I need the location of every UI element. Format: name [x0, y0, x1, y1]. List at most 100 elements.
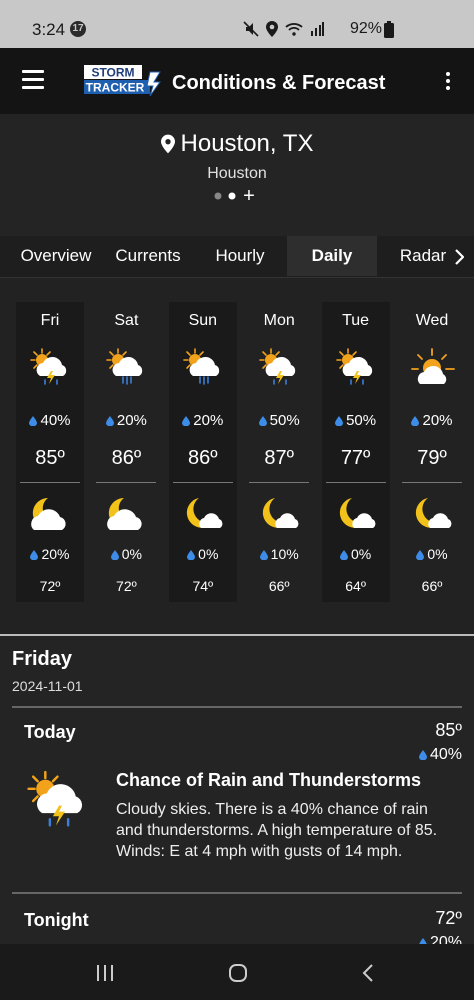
location-selector[interactable]: Houston, TX	[0, 130, 474, 158]
day-column-tue[interactable]: Tue 50% 77º 0% 64º	[321, 302, 390, 602]
raindrop-icon	[111, 550, 119, 560]
detail-divider	[12, 706, 462, 708]
hamburger-menu-icon[interactable]	[22, 70, 44, 90]
day-column-sat[interactable]: Sat 20% 86º 0% 72º	[92, 302, 160, 602]
sun-cloud-rain-icon	[181, 348, 227, 388]
location-icon	[266, 21, 278, 37]
day-column-mon[interactable]: Mon 50% 87º 10% 66º	[245, 302, 313, 602]
detail-divider	[12, 892, 462, 894]
battery-icon	[384, 21, 394, 38]
signal-icon	[311, 22, 324, 36]
day-name: Tue	[342, 312, 370, 329]
pager-dot-1[interactable]	[214, 192, 222, 200]
high-temp: 86º	[111, 447, 142, 469]
pager-dot-2[interactable]	[228, 192, 236, 200]
partly-sunny-icon	[410, 348, 456, 388]
today-description: Cloudy skies. There is a 40% chance of r…	[116, 801, 438, 860]
day-night-divider	[249, 482, 310, 483]
high-temp: 85º	[35, 447, 65, 469]
battery-percent: 92%	[349, 20, 382, 37]
day-name: Fri	[40, 312, 60, 329]
status-time: 3:24	[32, 20, 66, 39]
day-name: Mon	[263, 312, 295, 329]
raindrop-icon	[419, 750, 427, 760]
daily-forecast-grid: Fri 40% 85º 20% 72º Sat 20% 86º 0% 72º Sun 20% 86º 0%…	[0, 278, 474, 634]
day-name: Wed	[415, 312, 449, 329]
today-precip: 40%	[419, 746, 462, 764]
tonight-temp: 72º	[435, 908, 462, 928]
tab-overview[interactable]: Overview	[8, 236, 104, 276]
app-title: Conditions & Forecast	[172, 72, 386, 94]
sun-cloud-rain-icon	[104, 348, 150, 388]
day-precip: 20%	[169, 412, 237, 429]
moon-cloud-icon	[102, 494, 150, 536]
night-precip: 20%	[16, 546, 84, 562]
night-precip: 0%	[169, 546, 237, 562]
day-precip: 20%	[398, 412, 466, 429]
night-precip: 0%	[398, 546, 466, 562]
raindrop-icon	[182, 416, 190, 426]
home-icon[interactable]	[228, 963, 248, 983]
low-temp: 64º	[345, 578, 366, 594]
notification-badge: 17	[70, 21, 86, 37]
raindrop-icon	[260, 550, 268, 560]
raindrop-icon	[30, 550, 38, 560]
app-bar: STORM TRACKER Conditions & Forecast	[0, 48, 474, 114]
status-bar: 3:24 17 92%	[0, 0, 474, 48]
location-subtitle: Houston	[207, 165, 267, 182]
overflow-menu-icon[interactable]	[446, 72, 452, 93]
night-precip: 0%	[322, 546, 390, 562]
raindrop-icon	[106, 416, 114, 426]
night-precip: 0%	[92, 546, 160, 562]
add-location-button[interactable]: +	[243, 185, 255, 207]
sun-cloud-storm-icon	[257, 348, 303, 388]
day-night-divider	[172, 482, 233, 483]
night-precip: 10%	[245, 546, 313, 562]
day-detail-panel: Friday 2024-11-01 Today 85º 40% Chance o…	[0, 636, 474, 944]
day-precip: 50%	[245, 412, 313, 429]
day-precip: 20%	[92, 412, 160, 429]
day-night-divider	[325, 482, 386, 483]
raindrop-icon	[416, 550, 424, 560]
recent-apps-icon[interactable]	[96, 964, 114, 982]
today-label: Today	[24, 722, 76, 742]
tonight-precip: 20%	[419, 934, 462, 944]
day-precip: 40%	[16, 412, 84, 429]
sun-cloud-storm-icon	[28, 348, 74, 388]
tonight-label: Tonight	[24, 910, 89, 930]
day-night-divider	[96, 482, 157, 483]
low-temp: 66º	[268, 578, 290, 594]
raindrop-icon	[411, 416, 419, 426]
tab-radar[interactable]: Radar	[392, 236, 454, 276]
low-temp: 74º	[192, 578, 214, 594]
tab-daily[interactable]: Daily	[287, 236, 377, 276]
high-temp: 79º	[417, 447, 447, 469]
raindrop-icon	[187, 550, 195, 560]
day-name: Sat	[114, 312, 139, 329]
low-temp: 72º	[39, 578, 61, 594]
day-precip: 50%	[322, 412, 390, 429]
detail-day-name: Friday	[12, 648, 73, 670]
day-night-divider	[402, 482, 462, 483]
raindrop-icon	[340, 550, 348, 560]
system-nav-bar	[0, 944, 474, 1000]
svg-text:STORM: STORM	[91, 66, 134, 80]
storm-tracker-logo: STORM TRACKER	[82, 64, 162, 98]
day-column-wed[interactable]: Wed 20% 79º 0% 66º	[398, 302, 466, 602]
crescent-moon-cloud-icon	[255, 494, 303, 536]
back-icon[interactable]	[362, 963, 374, 983]
detail-date: 2024-11-01	[12, 678, 83, 694]
raindrop-icon	[259, 416, 267, 426]
tab-hourly[interactable]: Hourly	[196, 236, 284, 276]
map-pin-icon	[160, 134, 175, 154]
crescent-moon-cloud-icon	[179, 494, 227, 536]
location-header: Houston, TX Houston	[0, 114, 474, 236]
low-temp: 66º	[421, 578, 443, 594]
tab-currents[interactable]: Currents	[104, 236, 192, 276]
day-name: Sun	[188, 312, 218, 329]
wifi-icon	[285, 23, 303, 36]
day-column-sun[interactable]: Sun 20% 86º 0% 74º	[168, 302, 237, 602]
high-temp: 77º	[340, 447, 371, 469]
chevron-right-icon[interactable]	[454, 249, 464, 265]
day-column-fri[interactable]: Fri 40% 85º 20% 72º	[16, 302, 84, 602]
